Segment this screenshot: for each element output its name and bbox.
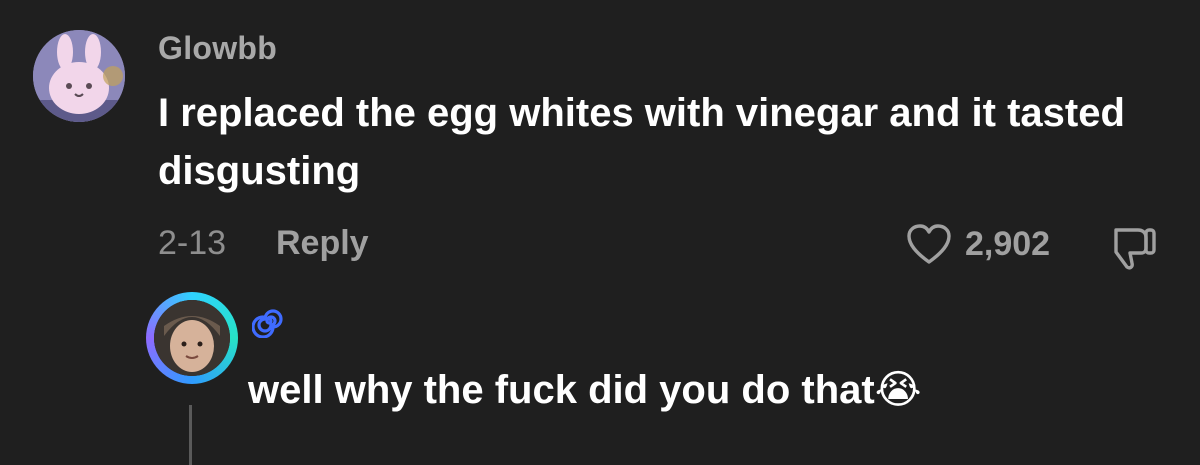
comment-date: 2-13: [158, 224, 227, 262]
comment-text: I replaced the egg whites with vinegar a…: [158, 91, 1125, 193]
reply-text: well why the fuck did you do that😭: [248, 360, 921, 420]
reply-button[interactable]: Reply: [276, 224, 369, 263]
like-button[interactable]: 2,902: [905, 222, 1050, 266]
reply-avatar-image: [154, 300, 230, 376]
avatar[interactable]: [33, 30, 125, 122]
like-count: 2,902: [965, 224, 1051, 263]
spiral-icon: [251, 309, 283, 339]
reply-username[interactable]: [251, 304, 286, 347]
bunny-avatar-icon: [33, 30, 125, 122]
thumbs-down-icon: [1114, 228, 1156, 270]
person-avatar-icon: [154, 300, 230, 376]
reply-avatar[interactable]: [146, 292, 238, 384]
heart-icon: [907, 224, 951, 264]
comment-username[interactable]: Glowbb: [158, 30, 277, 67]
dislike-button[interactable]: [1108, 224, 1158, 272]
reply-text-body: well why the fuck did you do that: [248, 368, 875, 412]
crying-face-emoji: 😭: [874, 368, 922, 412]
thread-line: [189, 405, 192, 465]
